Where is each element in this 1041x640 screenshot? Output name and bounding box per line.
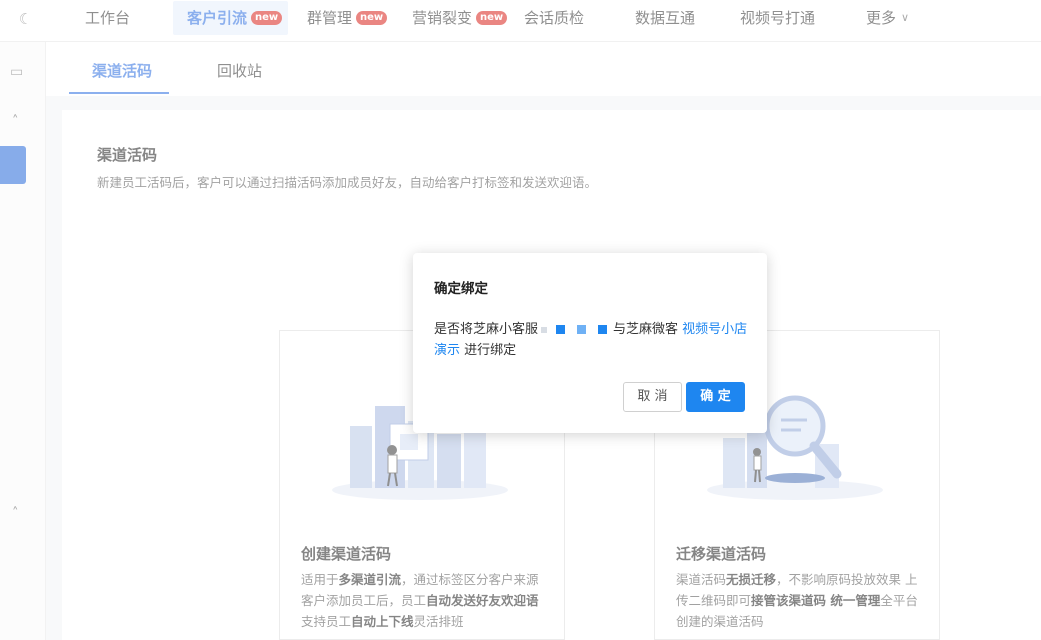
confirm-bind-dialog: 确定绑定 是否将芝麻小客服 与芝麻微客 视频号小店演示 进行绑定 取 消 确 定 <box>413 253 767 433</box>
cancel-button[interactable]: 取 消 <box>623 382 682 412</box>
confirm-button[interactable]: 确 定 <box>686 382 745 412</box>
redacted-mark <box>541 326 548 333</box>
redacted-square <box>577 325 587 334</box>
redacted-square <box>598 325 608 334</box>
message-prefix: 是否将芝麻小客服 <box>434 322 539 337</box>
message-suffix: 进行绑定 <box>460 343 517 358</box>
dialog-title: 确定绑定 <box>434 281 488 297</box>
redacted-square <box>556 325 566 334</box>
dialog-message: 是否将芝麻小客服 与芝麻微客 视频号小店演示 进行绑定 <box>434 319 749 361</box>
message-middle: 与芝麻微客 <box>613 322 679 337</box>
